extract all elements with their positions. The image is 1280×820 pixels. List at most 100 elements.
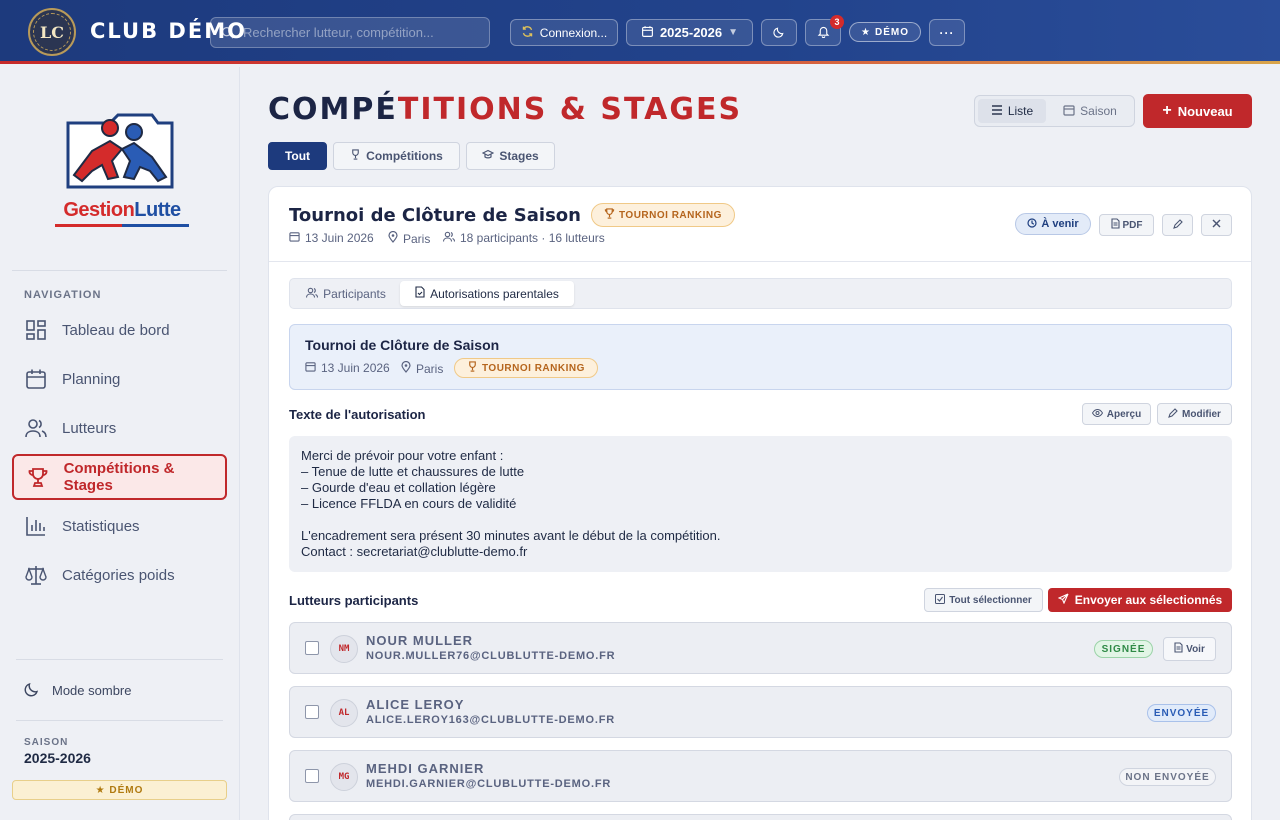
more-menu-button[interactable]: ···: [929, 19, 965, 46]
chevron-down-icon: ▼: [728, 27, 739, 38]
view-season-button[interactable]: Saison: [1050, 99, 1130, 123]
season-select-label: 2025-2026: [659, 25, 723, 40]
document-icon: [1174, 642, 1183, 656]
pencil-icon: [1168, 407, 1178, 421]
send-to-selected-button[interactable]: Envoyer aux sélectionnés: [1048, 588, 1232, 612]
row-checkbox[interactable]: [305, 641, 319, 655]
checkbox-icon: [935, 593, 946, 607]
page-title: COMPÉTITIONS & STAGES: [268, 92, 743, 127]
avatar: NM: [330, 635, 358, 663]
season-select[interactable]: 2025-2026 ▼: [626, 19, 753, 46]
edit-text-button[interactable]: Modifier: [1157, 403, 1232, 425]
bell-icon: [817, 25, 830, 41]
demo-banner: ★ DÉMO: [12, 780, 227, 800]
document-check-icon: [415, 286, 425, 301]
calendar-icon: [1063, 104, 1075, 119]
trophy-icon: [26, 465, 50, 489]
wrestler-row: MG MEHDI GARNIER MEHDI.GARNIER@CLUBLUTTE…: [289, 750, 1232, 802]
avatar: MG: [330, 763, 358, 791]
list-icon: [991, 104, 1003, 119]
new-button[interactable]: + Nouveau: [1143, 94, 1252, 128]
sidebar-divider: [16, 720, 223, 721]
club-initials: LC: [40, 22, 64, 42]
sidebar-item-competitions[interactable]: Compétitions & Stages: [12, 454, 227, 500]
search-input[interactable]: [243, 25, 483, 40]
status-badge: À venir: [1015, 213, 1091, 235]
theme-toggle-button[interactable]: [761, 19, 797, 46]
close-icon: [1212, 219, 1221, 231]
wrestler-email: NOUR.MULLER76@CLUBLUTTE-DEMO.FR: [366, 650, 616, 662]
view-authorization-button[interactable]: Voir: [1163, 637, 1216, 661]
filter-all[interactable]: Tout: [268, 142, 327, 170]
club-logo[interactable]: LC: [28, 8, 76, 56]
view-list-label: Liste: [1007, 104, 1034, 118]
row-checkbox[interactable]: [305, 769, 319, 783]
season-title: SAISON: [24, 737, 69, 748]
wrestler-name: MEHDI GARNIER: [366, 761, 485, 776]
calendar-icon: [289, 231, 300, 245]
season-value: 2025-2026: [24, 750, 91, 766]
sidebar-item-dashboard[interactable]: Tableau de bord: [12, 307, 227, 353]
trophy-icon: [350, 149, 361, 163]
calendar-icon: [24, 367, 48, 391]
pdf-button[interactable]: PDF: [1099, 214, 1154, 236]
star-icon: ★: [861, 26, 871, 38]
sidebar-divider: [12, 270, 227, 271]
moon-icon: [772, 25, 786, 41]
sidebar-item-planning[interactable]: Planning: [12, 356, 227, 402]
delete-competition-button[interactable]: [1201, 214, 1232, 236]
sidebar-item-wrestlers[interactable]: Lutteurs: [12, 405, 227, 451]
new-button-label: Nouveau: [1177, 103, 1233, 119]
sync-icon: [521, 25, 534, 41]
tab-participants[interactable]: Participants: [298, 281, 394, 306]
sidebar-divider: [16, 659, 223, 660]
competition-location: Paris: [388, 230, 430, 246]
summary-title: Tournoi de Clôture de Saison: [305, 337, 500, 353]
sidebar-item-label: Lutteurs: [62, 419, 117, 437]
users-icon: [442, 231, 456, 245]
status-badge: SIGNÉE: [1094, 640, 1153, 658]
status-badge: NON ENVOYÉE: [1119, 768, 1216, 786]
dark-mode-toggle[interactable]: Mode sombre: [24, 681, 131, 700]
notification-count-badge: 3: [830, 15, 844, 29]
search-icon: [211, 26, 243, 39]
users-icon: [24, 416, 48, 440]
view-toggle: Liste Saison: [974, 95, 1135, 127]
edit-competition-button[interactable]: [1162, 214, 1193, 236]
bar-chart-icon: [24, 514, 48, 538]
calendar-icon: [641, 25, 654, 41]
summary-type-badge: TOURNOI RANKING: [454, 358, 598, 378]
competition-participants: 18 participants · 16 lutteurs: [442, 231, 605, 245]
dashboard-icon: [24, 318, 48, 342]
filter-competitions[interactable]: Compétitions: [333, 142, 460, 170]
eye-icon: [1091, 408, 1103, 420]
auth-section-title: Texte de l'autorisation: [289, 407, 426, 422]
filter-stages[interactable]: Stages: [466, 142, 555, 170]
users-icon: [306, 287, 319, 301]
competition-header: Tournoi de Clôture de Saison TOURNOI RAN…: [269, 187, 1251, 262]
tab-parental-authorizations[interactable]: Autorisations parentales: [400, 281, 574, 306]
connection-status-button[interactable]: Connexion...: [510, 19, 618, 46]
sidebar: GestionLutte NAVIGATION Tableau de bord …: [0, 67, 240, 820]
send-icon: [1057, 593, 1069, 607]
scale-icon: [24, 563, 48, 587]
view-season-label: Saison: [1080, 104, 1117, 118]
competition-date: 13 Juin 2026: [289, 231, 374, 245]
summary-location: Paris: [401, 360, 443, 376]
search-box[interactable]: [210, 17, 490, 48]
document-icon: [1110, 218, 1120, 232]
select-all-button[interactable]: Tout sélectionner: [924, 588, 1043, 612]
preview-button[interactable]: Aperçu: [1082, 403, 1151, 425]
view-list-button[interactable]: Liste: [978, 99, 1046, 123]
more-dots-icon: ···: [939, 25, 955, 40]
wrestler-email: MEHDI.GARNIER@CLUBLUTTE-DEMO.FR: [366, 778, 612, 790]
wrestler-email: ALICE.LEROY163@CLUBLUTTE-DEMO.FR: [366, 714, 615, 726]
wrestler-row: [289, 814, 1232, 820]
demo-label: DÉMO: [874, 26, 909, 38]
graduation-cap-icon: [481, 149, 495, 163]
row-checkbox[interactable]: [305, 705, 319, 719]
avatar: AL: [330, 699, 358, 727]
sidebar-item-statistics[interactable]: Statistiques: [12, 503, 227, 549]
sidebar-item-label: Tableau de bord: [62, 321, 170, 339]
sidebar-item-weight-categories[interactable]: Catégories poids: [12, 552, 227, 598]
